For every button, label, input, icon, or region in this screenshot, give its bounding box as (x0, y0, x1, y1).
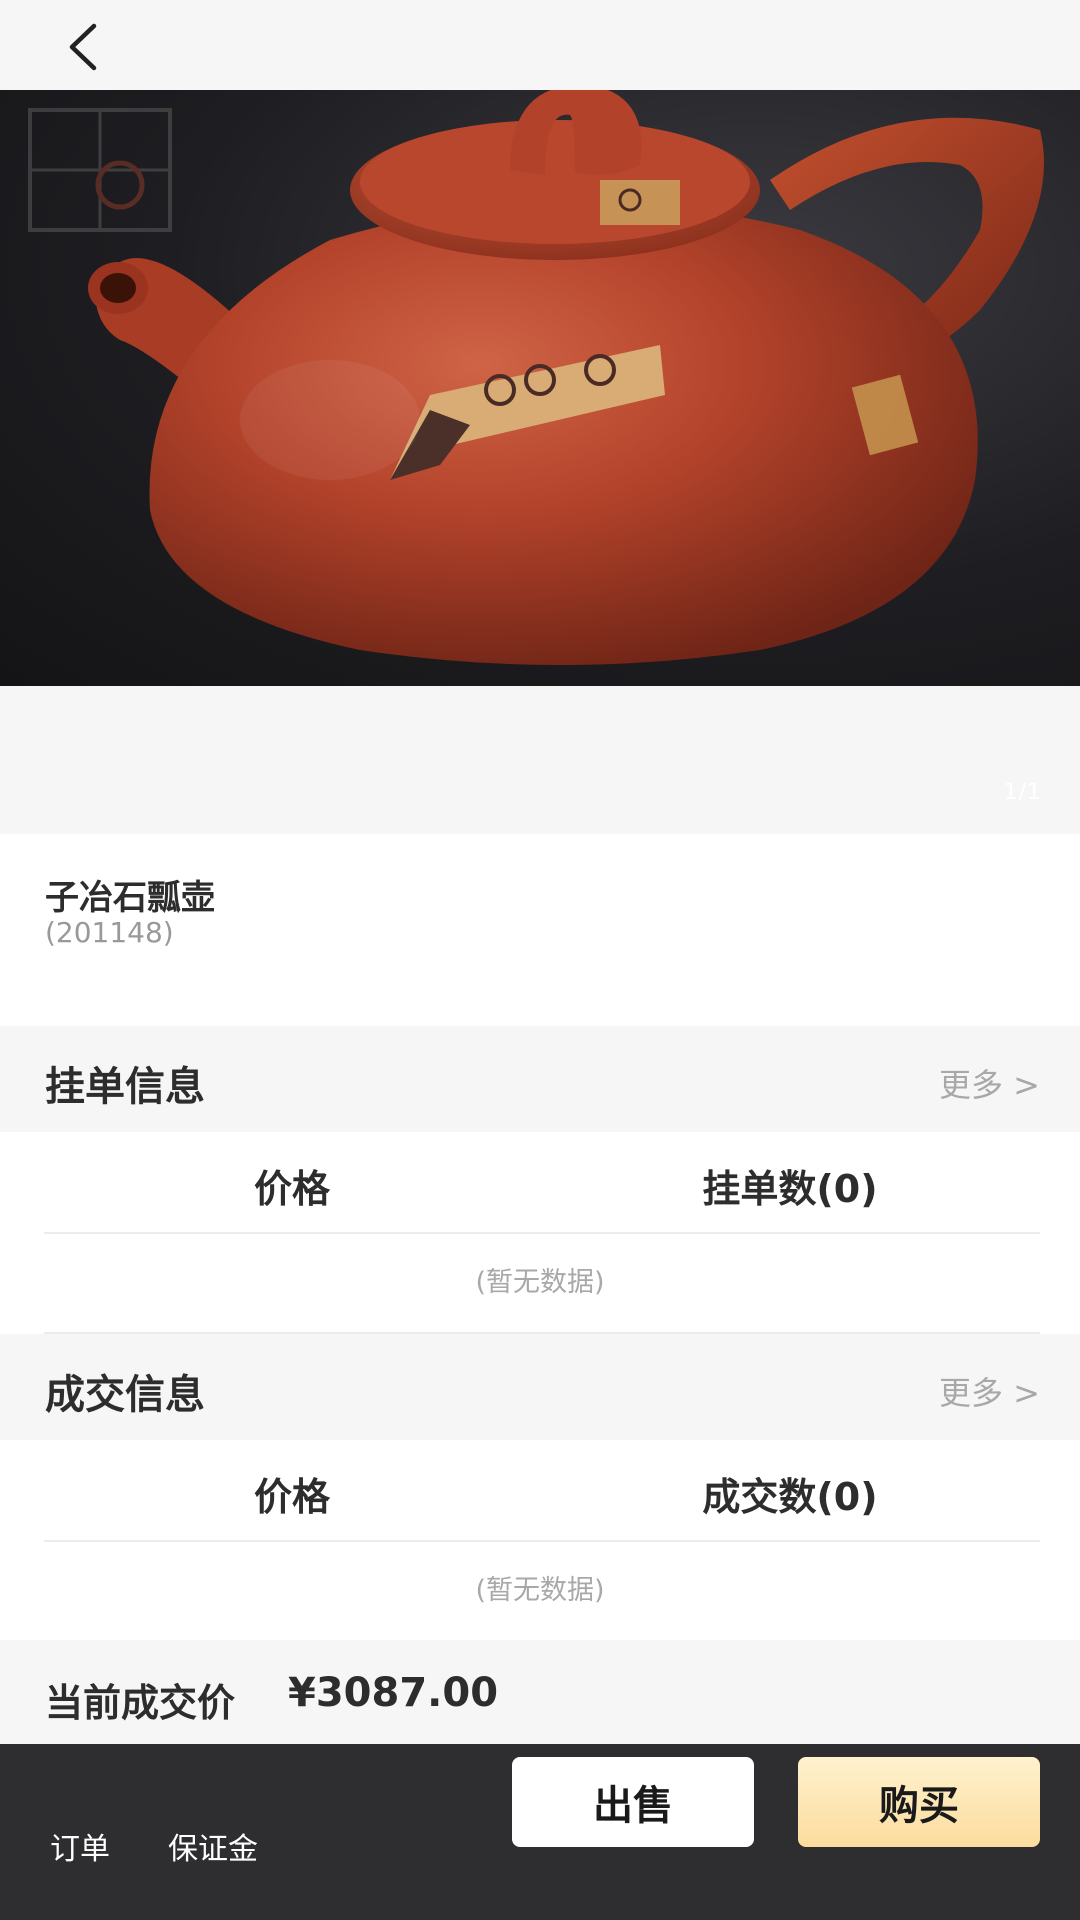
deals-col-count: 成交数(0) (702, 1475, 878, 1519)
product-code: (201148) (45, 916, 174, 949)
product-detail-page: 1/1 子冶石瓢壶 (201148) 挂单信息 更多 > 价格 挂单数(0) (… (0, 0, 1080, 1920)
product-image[interactable] (0, 90, 1080, 686)
teapot-photo (28, 90, 1044, 666)
deals-title: 成交信息 (45, 1372, 205, 1418)
listing-table: 价格 挂单数(0) (暂无数据) (0, 1132, 1080, 1334)
orders-link[interactable]: 订单 (50, 1824, 110, 1868)
divider (44, 1232, 1040, 1234)
buy-button[interactable]: 购买 (798, 1757, 1040, 1847)
chevron-left-icon (69, 23, 97, 71)
current-price-value: ¥3087.00 (288, 1670, 499, 1716)
listing-more-link[interactable]: 更多 > (939, 1060, 1040, 1106)
deals-empty-note: (暂无数据) (475, 1575, 605, 1606)
current-price-label: 当前成交价 (45, 1681, 236, 1725)
product-info: 子冶石瓢壶 (201148) (0, 834, 1080, 1026)
listing-section-header: 挂单信息 更多 > (0, 1026, 1080, 1132)
top-bar (0, 0, 1080, 90)
listing-col-count: 挂单数(0) (702, 1167, 878, 1211)
listing-empty-note: (暂无数据) (475, 1267, 605, 1298)
listing-title: 挂单信息 (45, 1064, 205, 1110)
bottom-action-bar: 订单 保证金 出售 购买 (0, 1744, 1080, 1920)
image-pager: 1/1 (1003, 780, 1042, 805)
deals-more-link[interactable]: 更多 > (939, 1368, 1040, 1414)
deals-col-price: 价格 (253, 1475, 330, 1519)
product-name: 子冶石瓢壶 (45, 878, 215, 918)
current-price-row: 当前成交价 ¥3087.00 (0, 1640, 1080, 1744)
deals-section-header: 成交信息 更多 > (0, 1334, 1080, 1440)
back-button[interactable] (52, 20, 116, 74)
deposit-link[interactable]: 保证金 (168, 1824, 258, 1868)
listing-col-price: 价格 (253, 1167, 330, 1211)
sell-button[interactable]: 出售 (512, 1757, 754, 1847)
watermark-logo (28, 108, 172, 232)
divider (44, 1540, 1040, 1542)
gallery-footer (0, 686, 1080, 834)
deals-table: 价格 成交数(0) (暂无数据) (0, 1440, 1080, 1642)
